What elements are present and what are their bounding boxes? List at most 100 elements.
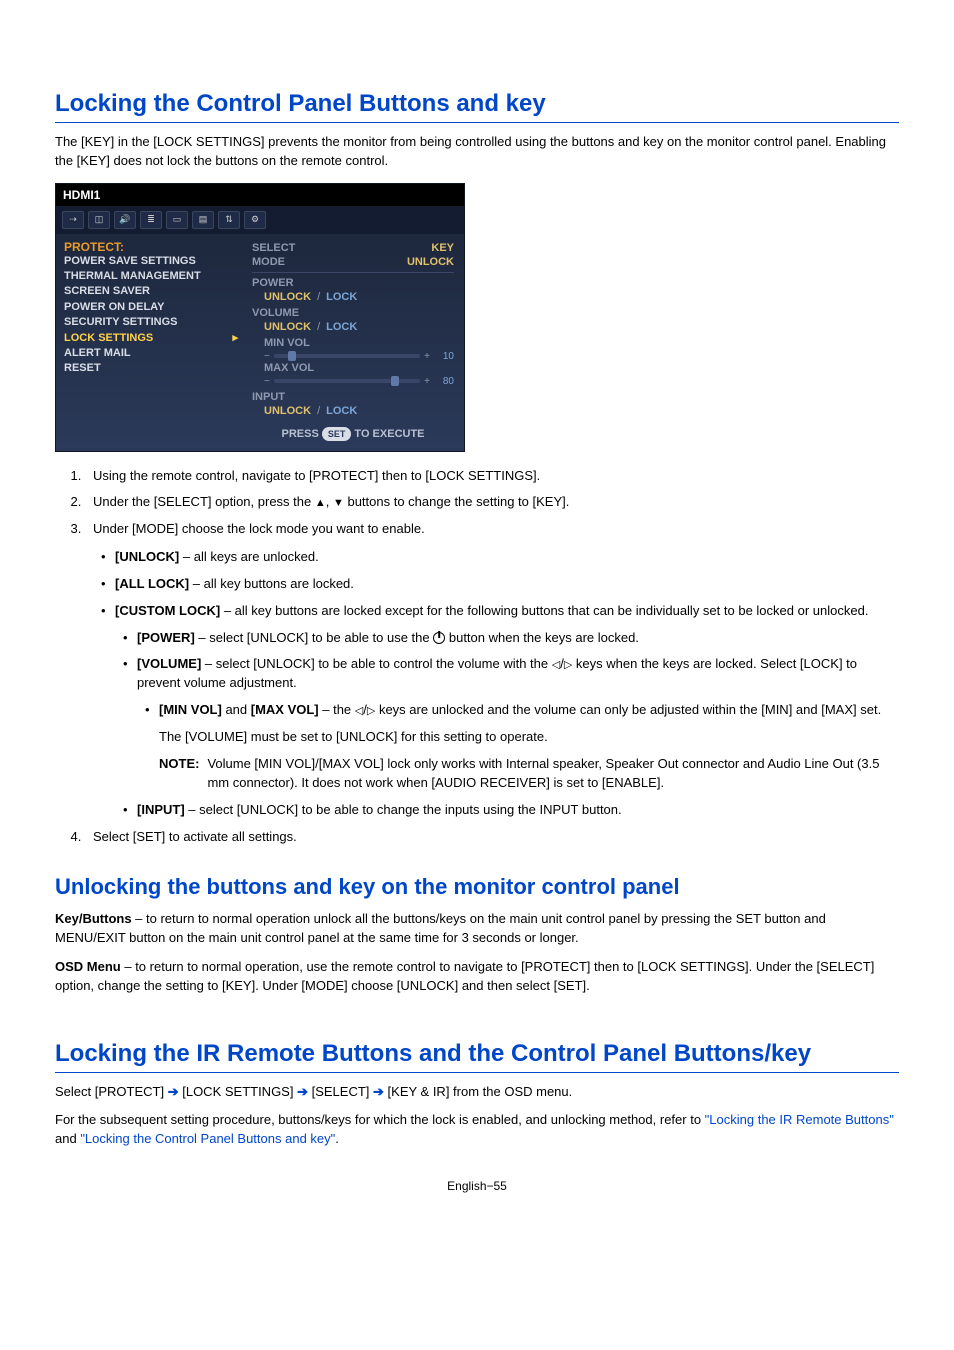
osd-tab-icon: ◫ [88, 211, 110, 229]
minmax-pre: – the [319, 702, 355, 717]
osd-sep: / [317, 405, 320, 417]
osd-power-toggle: UNLOCK / LOCK [252, 291, 454, 303]
osd-input-label: INPUT [252, 391, 454, 403]
note-label: NOTE: [159, 755, 199, 793]
osd-select-label: SELECT [252, 242, 295, 254]
unlock-osdmenu-text: – to return to normal operation, use the… [55, 959, 874, 993]
mode-custom-label: [CUSTOM LOCK] [115, 603, 220, 618]
step-3: Under [MODE] choose the lock mode you wa… [85, 519, 899, 819]
arrow-icon: ➔ [373, 1084, 384, 1099]
osd-left-pane: PROTECT: POWER SAVE SETTINGS THERMAL MAN… [56, 234, 246, 451]
custom-volume-pre: – select [UNLOCK] to be able to control … [201, 656, 551, 671]
minmax-post: keys are unlocked and the volume can onl… [375, 702, 881, 717]
mode-custom-item: [CUSTOM LOCK] – all key buttons are lock… [115, 602, 899, 820]
heading-unlocking: Unlocking the buttons and key on the mon… [55, 874, 899, 900]
step-2-pre: Under the [SELECT] option, press the [93, 494, 315, 509]
custom-minmax-item: [MIN VOL] and [MAX VOL] – the ◁/▷ keys a… [159, 701, 899, 792]
osd-lock-option: LOCK [326, 405, 357, 417]
unlock-osdmenu-label: OSD Menu [55, 959, 121, 974]
mode-unlock-text: – all keys are unlocked. [179, 549, 318, 564]
osd-tab-icon: ≣ [140, 211, 162, 229]
left-triangle-icon: ◁ [355, 706, 363, 717]
unlock-keybuttons-label: Key/Buttons [55, 911, 132, 926]
custom-input-item: [INPUT] – select [UNLOCK] to be able to … [137, 801, 899, 820]
mode-alllock-text: – all key buttons are locked. [189, 576, 354, 591]
heading-locking-control-panel: Locking the Control Panel Buttons and ke… [55, 90, 899, 123]
heading-locking-ir-panel: Locking the IR Remote Buttons and the Co… [55, 1040, 899, 1073]
osd-protect-heading: PROTECT: [64, 240, 238, 254]
step-2: Under the [SELECT] option, press the ▲, … [85, 492, 899, 513]
mode-unlock-label: [UNLOCK] [115, 549, 179, 564]
left-triangle-icon: ◁ [552, 660, 560, 671]
osd-menu-item: POWER SAVE SETTINGS [64, 254, 238, 269]
arrow-icon: ➔ [297, 1084, 308, 1099]
custom-power-pre: – select [UNLOCK] to be able to use the [195, 630, 433, 645]
page-footer: English−55 [55, 1179, 899, 1193]
osd-minvol-value: 10 [434, 351, 454, 362]
osd-tab-row: ⇢ ◫ 🔊 ≣ ▭ ▤ ⇅ ⚙ [56, 206, 464, 234]
lockir-and: and [55, 1131, 80, 1146]
custom-power-item: [POWER] – select [UNLOCK] to be able to … [137, 629, 899, 648]
osd-unlock-option: UNLOCK [264, 405, 311, 417]
osd-menu-item-active: LOCK SETTINGS ▸ [64, 331, 238, 346]
custom-volume-item: [VOLUME] – select [UNLOCK] to be able to… [137, 655, 899, 792]
mode-unlock-item: [UNLOCK] – all keys are unlocked. [115, 548, 899, 567]
unlock-keybuttons: Key/Buttons – to return to normal operat… [55, 910, 899, 948]
osd-mode-label: MODE [252, 256, 285, 268]
osd-press-text: PRESS [281, 428, 318, 440]
power-icon [433, 632, 445, 644]
osd-power-label: POWER [252, 277, 454, 289]
mode-alllock-item: [ALL LOCK] – all key buttons are locked. [115, 575, 899, 594]
lockir-seg-select: [SELECT] [308, 1084, 373, 1099]
osd-tab-icon: ⚙ [244, 211, 266, 229]
plus-icon: + [424, 376, 430, 387]
step-1: Using the remote control, navigate to [P… [85, 466, 899, 487]
osd-tab-icon: 🔊 [114, 211, 136, 229]
down-triangle-icon: ▼ [333, 498, 344, 509]
chevron-right-icon: ▸ [232, 331, 238, 346]
mode-custom-text: – all key buttons are locked except for … [220, 603, 868, 618]
minus-icon: − [264, 351, 270, 362]
osd-menu-item: ALERT MAIL [64, 346, 238, 361]
custom-power-post: button when the keys are locked. [445, 630, 639, 645]
link-locking-panel[interactable]: "Locking the Control Panel Buttons and k… [80, 1131, 335, 1146]
arrow-icon: ➔ [168, 1084, 179, 1099]
custom-volume-label: [VOLUME] [137, 656, 201, 671]
osd-menu-item: SCREEN SAVER [64, 284, 238, 299]
osd-unlock-option: UNLOCK [264, 291, 311, 303]
osd-maxvol-label: MAX VOL [252, 362, 454, 374]
osd-tab-icon: ⇢ [62, 211, 84, 229]
link-locking-ir[interactable]: "Locking the IR Remote Buttons" [705, 1112, 894, 1127]
lockir-refer: For the subsequent setting procedure, bu… [55, 1111, 899, 1149]
unlock-osdmenu: OSD Menu – to return to normal operation… [55, 958, 899, 996]
osd-to-execute-text: TO EXECUTE [354, 428, 424, 440]
osd-volume-label: VOLUME [252, 307, 454, 319]
osd-menu-item: RESET [64, 361, 238, 376]
unlock-keybuttons-text: – to return to normal operation unlock a… [55, 911, 826, 945]
osd-title: HDMI1 [56, 184, 464, 206]
steps-list: Using the remote control, navigate to [P… [65, 466, 899, 848]
osd-volume-toggle: UNLOCK / LOCK [252, 321, 454, 333]
osd-tab-icon: ▤ [192, 211, 214, 229]
step-3-text: Under [MODE] choose the lock mode you wa… [93, 521, 425, 536]
osd-sep: / [317, 321, 320, 333]
custom-power-label: [POWER] [137, 630, 195, 645]
osd-lock-option: LOCK [326, 291, 357, 303]
osd-tab-icon: ⇅ [218, 211, 240, 229]
lockir-refer-pre: For the subsequent setting procedure, bu… [55, 1112, 705, 1127]
step-2-post: buttons to change the setting to [KEY]. [344, 494, 569, 509]
up-triangle-icon: ▲ [315, 498, 326, 509]
osd-menu-item: POWER ON DELAY [64, 300, 238, 315]
osd-set-pill: SET [322, 427, 352, 441]
lockir-seg-key: [KEY & IR] from the OSD menu. [384, 1084, 572, 1099]
osd-sep: / [317, 291, 320, 303]
lockir-seg-lock: [LOCK SETTINGS] [179, 1084, 297, 1099]
osd-select-value: KEY [431, 242, 454, 254]
osd-right-pane: SELECT KEY MODE UNLOCK POWER UNLOCK / LO… [246, 234, 464, 451]
osd-mode-value: UNLOCK [407, 256, 454, 268]
osd-maxvol-value: 80 [434, 376, 454, 387]
maxvol-label: [MAX VOL] [251, 702, 319, 717]
minmax-volume-note: The [VOLUME] must be set to [UNLOCK] for… [159, 728, 899, 747]
osd-maxvol-slider: − + 80 [252, 376, 454, 387]
plus-icon: + [424, 351, 430, 362]
